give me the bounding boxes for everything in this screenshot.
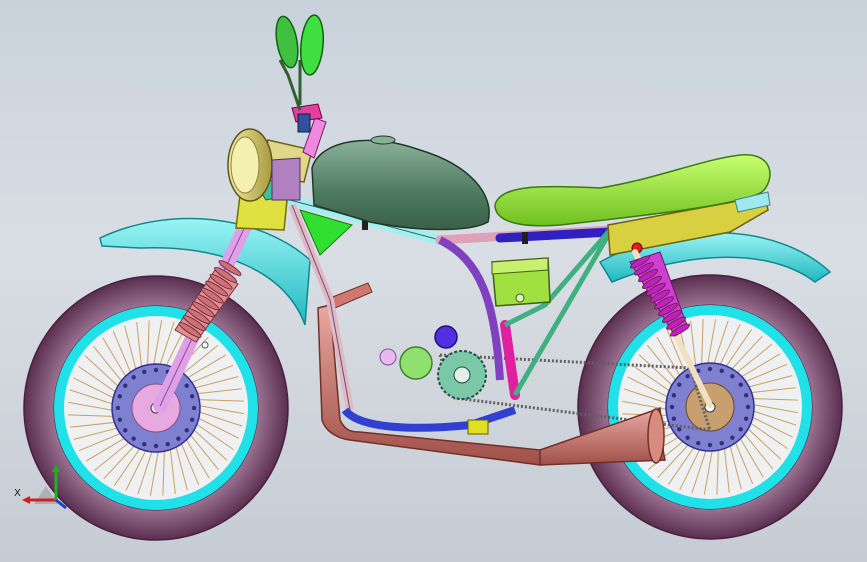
disc-hole [131,375,136,380]
disc-hole [738,427,743,432]
kickstart-boss[interactable] [379,348,397,366]
disc-hole [123,428,128,433]
disc-hole [131,436,136,441]
disc-hole [142,441,147,447]
disc-hole [719,440,724,446]
disc-hole [123,383,128,388]
disc-hole [730,435,735,440]
mirror-left[interactable] [273,15,302,70]
muffler-tip [647,408,665,464]
disc-hole [719,368,724,374]
disc-hole [671,393,677,398]
x-axis-label: X [14,488,21,499]
motorcycle-model[interactable] [0,0,867,562]
brake-pedal-mount [467,419,489,435]
disc-hole [738,382,743,387]
ignition-switch[interactable] [297,113,311,133]
disc-hole [189,394,195,399]
disc-hole [743,393,749,398]
disc-hole [117,417,123,422]
battery[interactable] [491,257,551,307]
disc-hole [184,383,189,388]
clutch-cover[interactable] [399,346,433,380]
disc-hole [189,417,195,422]
disc-hole [745,404,751,410]
disc-hole [153,443,159,449]
disc-hole [696,440,701,446]
headlight-lens [230,136,260,194]
fork-bolt [201,341,209,349]
disc-hole [677,382,682,387]
mirror-right[interactable] [298,14,325,76]
disc-hole [685,374,690,379]
disc-hole [142,369,147,375]
disc-hole [176,436,181,441]
fuel-cap[interactable] [370,135,396,145]
disc-hole [743,416,749,421]
disc-hole [685,435,690,440]
disc-hole [671,416,677,421]
disc-hole [707,366,713,372]
disc-hole [153,367,159,373]
disc-hole [669,404,675,410]
frame-bolt-2 [522,232,528,244]
disc-hole [184,428,189,433]
disc-hole [707,442,713,448]
oil-filter[interactable] [434,325,458,349]
cad-viewport[interactable]: X [0,0,867,562]
y-axis-head [52,464,60,472]
footpeg[interactable] [329,282,373,309]
sprocket-hub [453,366,471,384]
disc-hole [730,374,735,379]
axis-triad[interactable]: X [6,456,76,516]
disc-hole [117,394,123,399]
disc-hole [191,405,197,411]
x-axis-head [22,496,30,504]
fork-tube-top [271,157,301,201]
disc-hole [165,441,170,447]
disc-hole [115,405,121,411]
